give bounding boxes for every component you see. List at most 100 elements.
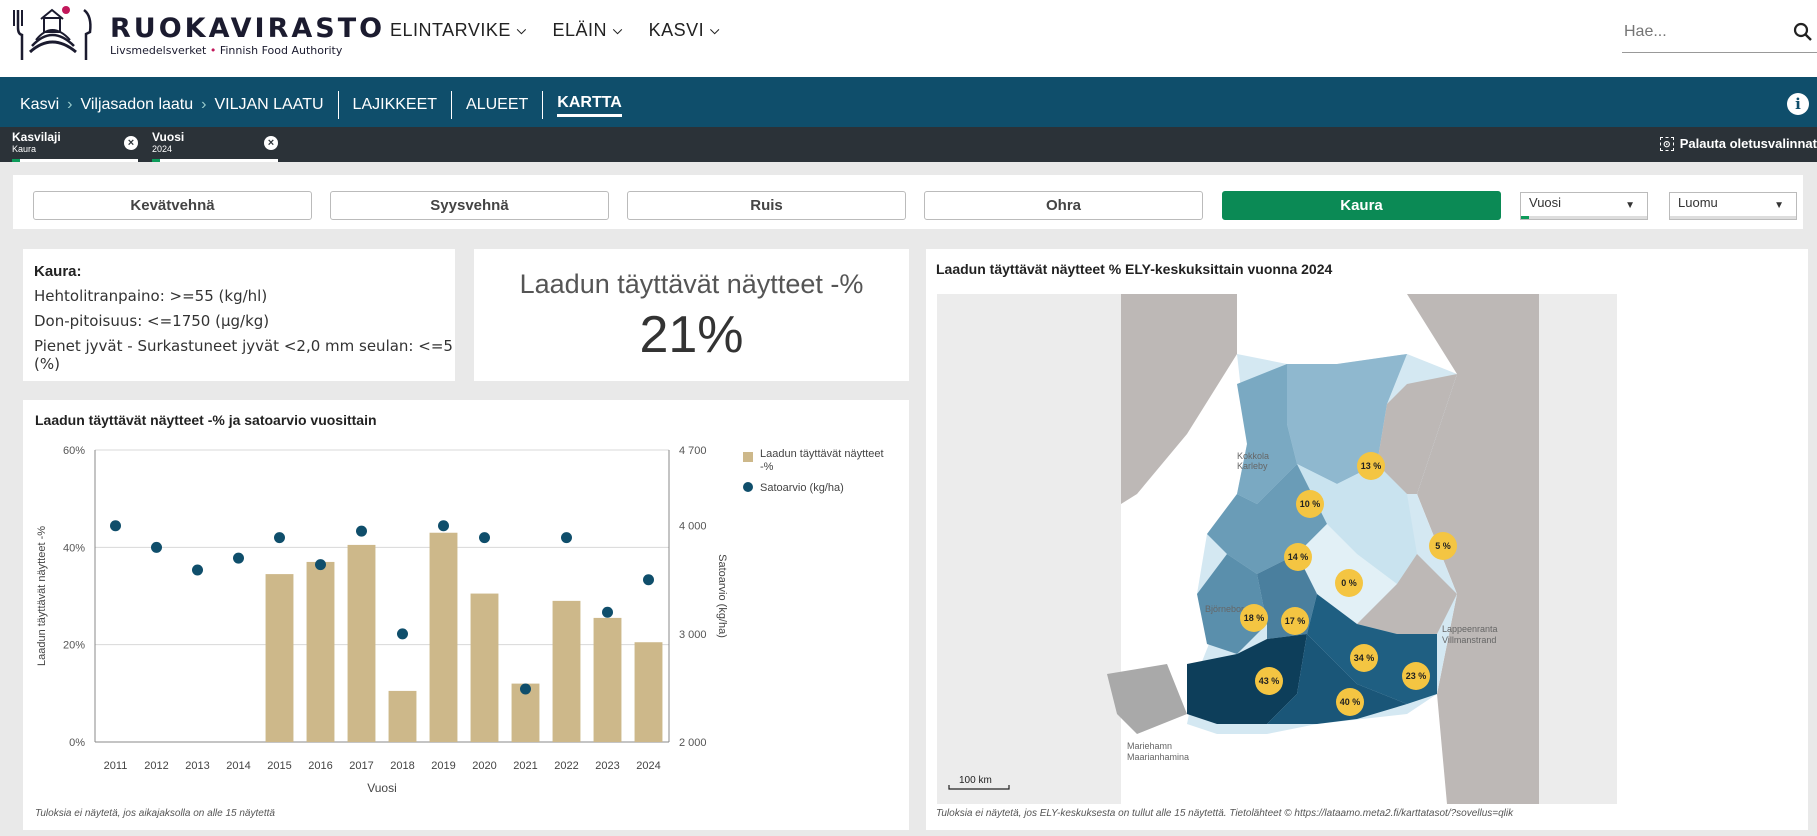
x-tick-label: 2012: [144, 760, 168, 772]
divider: [542, 91, 544, 119]
nav-elintarvike[interactable]: ELINTARVIKE ⌵: [390, 20, 526, 41]
tab-alueet[interactable]: ALUEET: [466, 96, 528, 114]
nav-kasvi[interactable]: KASVI ⌵: [649, 20, 720, 41]
filter-value: 2024: [152, 144, 173, 154]
chart-point: [479, 532, 490, 544]
chart-point: [397, 628, 408, 640]
info-icon[interactable]: i: [1787, 93, 1809, 115]
dropdown-arrow-icon: ▼: [1625, 200, 1635, 211]
chart-point: [438, 520, 449, 532]
region-value: 5 %: [1435, 541, 1451, 551]
ruokavirasto-logo-icon[interactable]: [6, 4, 98, 64]
region-value: 0 %: [1341, 578, 1357, 588]
place-label: Lappeenranta: [1442, 624, 1498, 634]
place-label: Helsinki: [1327, 734, 1359, 744]
place-label: Kokkola: [1237, 451, 1269, 461]
kpi-value: 21%: [639, 306, 744, 364]
search-input[interactable]: [1622, 14, 1776, 50]
criteria-line: Pienet jyvät - Surkastuneet jyvät <2,0 m…: [34, 337, 453, 373]
breadcrumb-viljasadon-laatu[interactable]: Viljasadon laatu: [80, 96, 193, 114]
region-value: 14 %: [1288, 552, 1309, 562]
filter-value: Kaura: [12, 144, 37, 154]
region-value: 17 %: [1285, 616, 1306, 626]
nav-label: KASVI: [648, 20, 705, 40]
region-value: 23 %: [1406, 671, 1427, 681]
criteria-line: Hehtolitranpaino: >=55 (kg/hl): [34, 287, 268, 305]
crop-tab-kaura[interactable]: Kaura: [1222, 191, 1501, 220]
kpi-panel[interactable]: Laadun täyttävät näytteet -% 21%: [474, 249, 909, 381]
x-tick-label: 2019: [431, 760, 455, 772]
chart-point: [110, 520, 121, 532]
breadcrumb-viljan-laatu[interactable]: VILJAN LAATU: [214, 96, 323, 114]
chart-bar: [306, 561, 335, 742]
x-tick-label: 2013: [185, 760, 209, 772]
crop-tab-ohra[interactable]: Ohra: [924, 191, 1203, 220]
x-tick-label: 2020: [472, 760, 496, 772]
chart-bar: [347, 544, 376, 742]
nav-label: ELÄIN: [552, 20, 608, 40]
divider: [337, 91, 339, 119]
chart-bar: [429, 532, 458, 742]
tab-lajikkeet[interactable]: LAJIKKEET: [353, 96, 437, 114]
chart-point: [151, 541, 162, 553]
y-tick-label: 40%: [63, 542, 85, 554]
chevron-down-icon: ⌵: [710, 23, 720, 37]
x-tick-label: 2011: [104, 760, 128, 772]
place-label: Karleby: [1237, 461, 1268, 471]
chart-point: [315, 559, 326, 571]
chart-point: [274, 532, 285, 544]
place-label: Mariehamn: [1127, 741, 1172, 751]
chart-point: [192, 564, 203, 576]
legend-label-bars-unit: -%: [760, 461, 774, 473]
region-value: 40 %: [1340, 697, 1361, 707]
nav-elain[interactable]: ELÄIN ⌵: [552, 20, 622, 41]
year-dropdown[interactable]: Vuosi ▼: [1520, 192, 1648, 220]
filter-selected-bar: [12, 159, 20, 162]
organic-dropdown[interactable]: Luomu ▼: [1669, 192, 1797, 220]
y2-tick-label: 3 000: [679, 629, 707, 641]
logo-title[interactable]: RUOKAVIRASTO: [110, 13, 385, 44]
criteria-line: Don-pitoisuus: <=1750 (µg/kg): [34, 312, 270, 330]
chart-bar: [265, 574, 294, 742]
region-value: 13 %: [1361, 461, 1382, 471]
finland-ely-map[interactable]: Kokkola Karleby Björneborg Lappeenranta …: [937, 294, 1617, 804]
reset-selections-button[interactable]: ⊙ Palauta oletusvalinnat: [1659, 136, 1817, 151]
selection-bar: Kasvilaji Kaura × Vuosi 2024 × ⊙ Palauta…: [0, 127, 1817, 162]
chart-bar: [470, 593, 499, 742]
x-tick-label: 2024: [636, 760, 660, 772]
x-tick-label: 2015: [267, 760, 291, 772]
place-label: Helsingfors: [1327, 745, 1373, 755]
crop-tab-ruis[interactable]: Ruis: [627, 191, 906, 220]
filter-title: Vuosi: [152, 130, 185, 144]
yearly-chart[interactable]: 0% 20% 40% 60% 2 000 3 000 4 000 4 700 2011 2012 2…: [23, 430, 909, 830]
filter-chip-vuosi[interactable]: Vuosi 2024 ×: [152, 130, 278, 162]
filter-selected-bar: [152, 159, 160, 162]
chart-footnote: Tuloksia ei näytetä, jos aikajaksolla on…: [35, 808, 275, 819]
y-axis-title: Laadun täyttävät näytteet -%: [36, 526, 48, 666]
clear-filter-icon[interactable]: ×: [124, 136, 138, 150]
logo-subtitle: Livsmedelsverket • Finnish Food Authorit…: [110, 44, 342, 57]
chart-point: [356, 525, 367, 537]
crop-tab-kevatvehna[interactable]: Kevätvehnä: [33, 191, 312, 220]
top-navigation: ELINTARVIKE ⌵ ELÄIN ⌵ KASVI ⌵: [390, 20, 720, 41]
search-box: [1622, 14, 1817, 53]
x-tick-label: 2016: [308, 760, 332, 772]
tab-kartta[interactable]: KARTTA: [557, 94, 622, 117]
x-tick-label: 2018: [390, 760, 414, 772]
chart-point: [561, 532, 572, 544]
search-icon[interactable]: [1793, 22, 1813, 42]
logo-sub-dot: •: [209, 44, 217, 57]
crop-tab-syysvehna[interactable]: Syysvehnä: [330, 191, 609, 220]
chart-point: [233, 552, 244, 564]
filter-chip-kasvilaji[interactable]: Kasvilaji Kaura ×: [12, 130, 138, 162]
breadcrumb-bar: Kasvi › Viljasadon laatu › VILJAN LAATU …: [0, 77, 1817, 127]
chart-bar: [634, 642, 663, 742]
site-header: RUOKAVIRASTO Livsmedelsverket • Finnish …: [0, 0, 1817, 77]
crop-selector-row: Kevätvehnä Syysvehnä Ruis Ohra Kaura Vuo…: [13, 175, 1803, 229]
dropdown-label: Luomu: [1678, 195, 1718, 210]
dropdown-underline: [1670, 216, 1796, 219]
filter-underline: [12, 159, 138, 162]
clear-filter-icon[interactable]: ×: [264, 136, 278, 150]
breadcrumb-kasvi[interactable]: Kasvi: [20, 96, 59, 114]
filter-underline: [152, 159, 278, 162]
